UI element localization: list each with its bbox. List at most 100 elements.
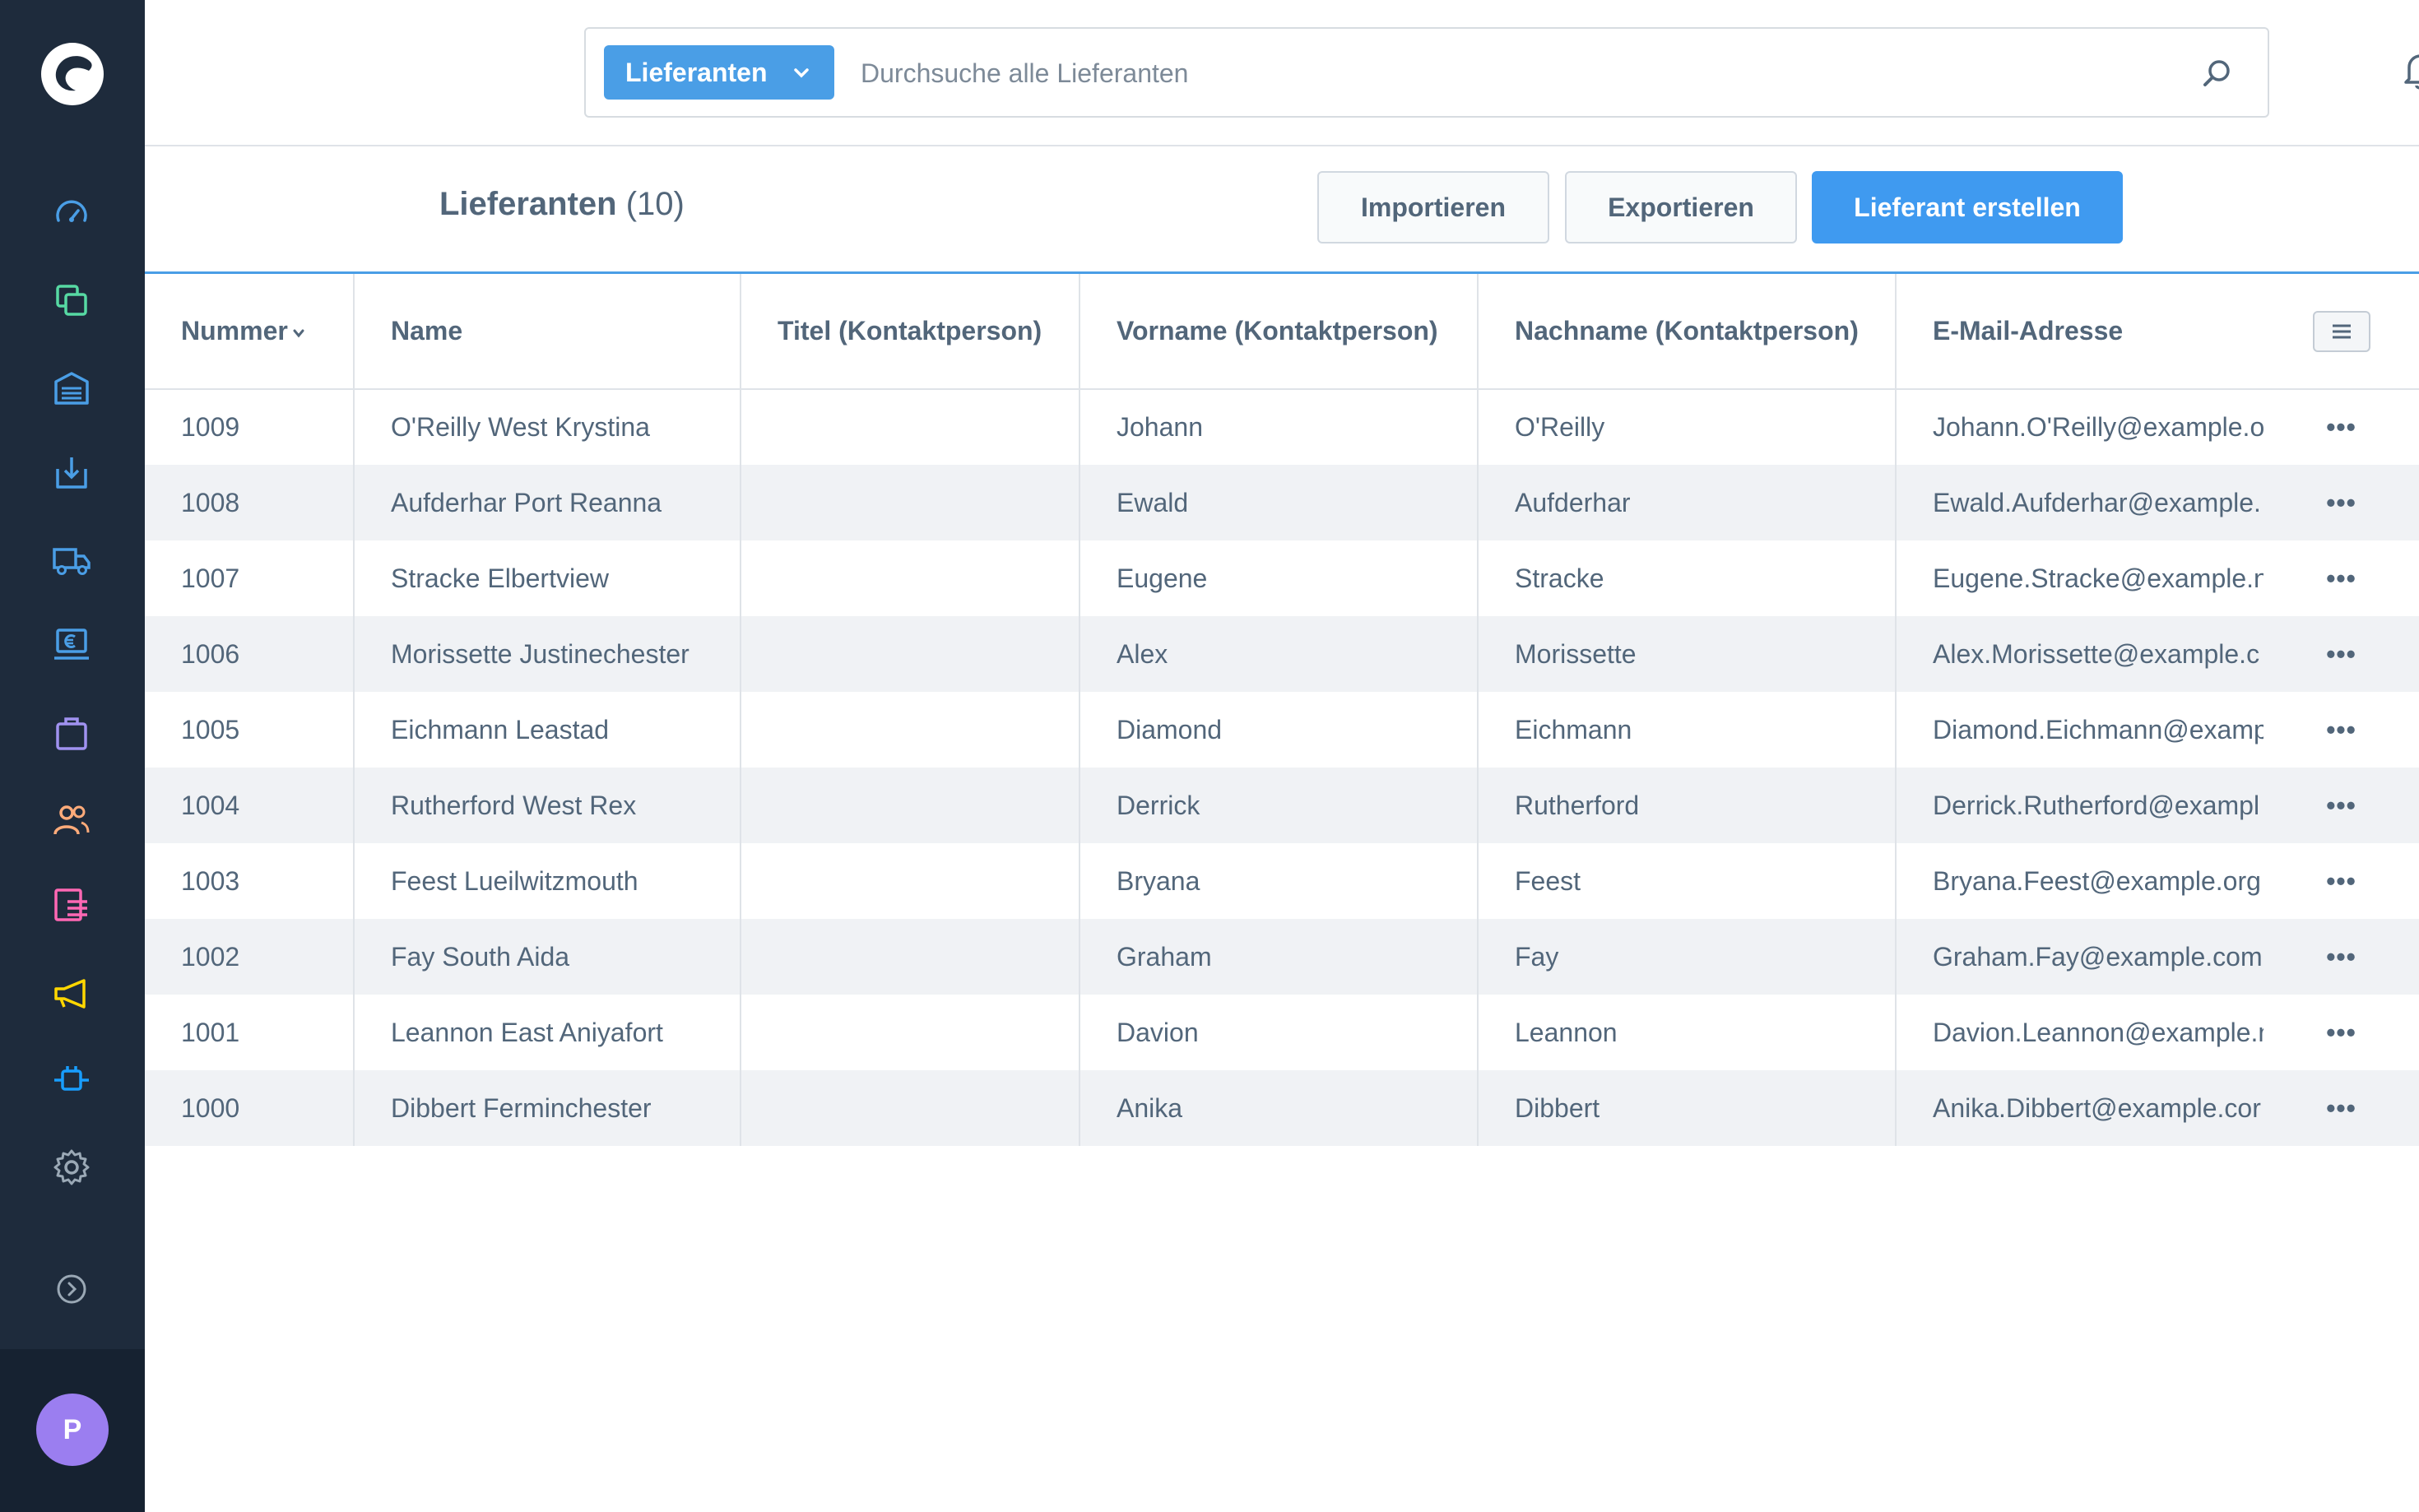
- table-row[interactable]: 1005 Eichmann Leastad Diamond Eichmann Diamo…: [145, 692, 2419, 768]
- table-row[interactable]: 1009 O'Reilly West Krystina Johann O'Reilly…: [145, 389, 2419, 465]
- column-settings-button[interactable]: [2312, 310, 2370, 352]
- more-actions-icon[interactable]: •••: [2326, 565, 2356, 591]
- search-icon[interactable]: [2197, 53, 2238, 95]
- page-title: Lieferanten (10): [439, 186, 685, 223]
- more-actions-icon[interactable]: •••: [2326, 489, 2356, 516]
- row-actions-cell: •••: [2263, 995, 2419, 1070]
- supplier-table: Nummer Name Titel (Kontaktperson) Vornam…: [145, 271, 2419, 1152]
- warehouse-icon[interactable]: [49, 365, 94, 410]
- chevron-down-icon: [794, 68, 809, 78]
- shipping-truck-icon[interactable]: [49, 538, 94, 582]
- search-type-label: Lieferanten: [625, 57, 768, 87]
- cell-number: 1007: [145, 540, 355, 616]
- cell-title: [741, 692, 1080, 768]
- table-row[interactable]: 1002 Fay South Aida Graham Fay Graham.Fay@ex…: [145, 919, 2419, 995]
- table-row[interactable]: 1004 Rutherford West Rex Derrick Rutherford…: [145, 768, 2419, 843]
- column-settings-cell: [2263, 274, 2419, 390]
- cell-title: [741, 843, 1080, 919]
- sort-descending-icon: [293, 329, 304, 337]
- cell-name: Eichmann Leastad: [354, 692, 741, 768]
- marketing-megaphone-icon[interactable]: [49, 971, 94, 1015]
- cell-number: 1003: [145, 843, 355, 919]
- incoming-goods-icon[interactable]: [49, 451, 94, 495]
- column-header-firstname[interactable]: Vorname (Kontaktperson): [1079, 274, 1479, 390]
- table-row[interactable]: 1003 Feest Lueilwitzmouth Bryana Feest Bryan…: [145, 843, 2419, 919]
- cell-lastname: Leannon: [1478, 995, 1897, 1070]
- cell-number: 1001: [145, 995, 355, 1070]
- orders-bag-icon[interactable]: [49, 711, 94, 755]
- search-input[interactable]: [861, 47, 2177, 100]
- column-header-number-label: Nummer: [181, 316, 288, 346]
- catalogues-icon[interactable]: [49, 278, 94, 322]
- cell-email: Johann.O'Reilly@example.o: [1933, 412, 2263, 442]
- cell-firstname: Diamond: [1079, 692, 1479, 768]
- search-type-select[interactable]: Lieferanten: [604, 45, 834, 100]
- extensions-plug-icon[interactable]: [49, 1058, 94, 1102]
- dashboard-icon[interactable]: [49, 192, 94, 237]
- column-header-email[interactable]: E-Mail-Adresse: [1896, 274, 2263, 390]
- top-bar: Lieferanten: [145, 0, 2419, 146]
- cell-lastname: Eichmann: [1478, 692, 1897, 768]
- shopware-logo-icon[interactable]: [39, 41, 105, 107]
- cell-number: 1000: [145, 1070, 355, 1146]
- chevron-right-circle-icon[interactable]: [49, 1267, 94, 1311]
- content-icon[interactable]: [49, 884, 94, 928]
- row-actions-cell: •••: [2263, 843, 2419, 919]
- avatar[interactable]: P: [36, 1394, 109, 1466]
- cell-email: Graham.Fay@example.com: [1896, 919, 2263, 995]
- table-row[interactable]: 1006 Morissette Justinechester Alex Morisse…: [145, 616, 2419, 692]
- more-actions-icon[interactable]: •••: [2326, 641, 2356, 667]
- cell-firstname: Anika: [1079, 1070, 1479, 1146]
- cell-lastname: Stracke: [1478, 540, 1897, 616]
- more-actions-icon[interactable]: •••: [2326, 792, 2356, 819]
- cell-lastname: Dibbert: [1478, 1070, 1897, 1146]
- table-row[interactable]: 1001 Leannon East Aniyafort Davion Leannon D…: [145, 995, 2419, 1070]
- more-actions-icon[interactable]: •••: [2326, 1019, 2356, 1046]
- cell-firstname: Bryana: [1079, 843, 1479, 919]
- row-actions-cell: •••: [2263, 540, 2419, 616]
- export-button[interactable]: Exportieren: [1565, 171, 1797, 243]
- import-button[interactable]: Importieren: [1317, 171, 1549, 243]
- customers-icon[interactable]: [49, 798, 94, 842]
- more-actions-icon[interactable]: •••: [2326, 944, 2356, 970]
- cell-lastname: Rutherford: [1478, 768, 1897, 843]
- more-actions-icon[interactable]: •••: [2326, 717, 2356, 743]
- cell-number: 1005: [145, 692, 355, 768]
- column-header-number[interactable]: Nummer: [145, 274, 355, 390]
- cell-title: [741, 1070, 1080, 1146]
- row-actions-cell: •••: [2263, 919, 2419, 995]
- more-actions-icon[interactable]: •••: [2326, 414, 2356, 440]
- cell-firstname: Derrick: [1079, 768, 1479, 843]
- column-header-title[interactable]: Titel (Kontaktperson): [741, 274, 1080, 390]
- cell-name: Leannon East Aniyafort: [354, 995, 741, 1070]
- cell-title: [741, 389, 1080, 465]
- column-header-name[interactable]: Name: [354, 274, 741, 390]
- row-actions-cell: •••: [2263, 465, 2419, 540]
- table-row[interactable]: 1008 Aufderhar Port Reanna Ewald Aufderhar E…: [145, 465, 2419, 540]
- table-row[interactable]: 1007 Stracke Elbertview Eugene Stracke Eugen…: [145, 540, 2419, 616]
- cell-name: Dibbert Ferminchester: [354, 1070, 741, 1146]
- notifications-bell-icon[interactable]: [2398, 48, 2419, 94]
- more-actions-icon[interactable]: •••: [2326, 868, 2356, 894]
- settings-gear-icon[interactable]: [49, 1145, 94, 1190]
- cell-email: Ewald.Aufderhar@example.: [1896, 465, 2263, 540]
- accounting-icon[interactable]: [49, 624, 94, 668]
- table-row[interactable]: 1000 Dibbert Ferminchester Anika Dibbert Ani…: [145, 1070, 2419, 1146]
- cell-email: Alex.Morissette@example.c: [1896, 616, 2263, 692]
- cell-lastname: Aufderhar: [1478, 465, 1897, 540]
- cell-title: [741, 768, 1080, 843]
- cell-number: 1004: [145, 768, 355, 843]
- search-bar: Lieferanten: [584, 27, 2269, 118]
- column-header-lastname[interactable]: Nachname (Kontaktperson): [1478, 274, 1897, 390]
- create-supplier-button[interactable]: Lieferant erstellen: [1812, 171, 2123, 243]
- table-header-row: Nummer Name Titel (Kontaktperson) Vornam…: [145, 274, 2419, 390]
- cell-firstname: Davion: [1079, 995, 1479, 1070]
- row-actions-cell: •••: [2263, 768, 2419, 843]
- row-actions-cell: •••: [2263, 389, 2419, 465]
- menu-lines-icon: [2332, 324, 2351, 338]
- cell-name: Fay South Aida: [354, 919, 741, 995]
- page-title-text: Lieferanten: [439, 186, 617, 222]
- cell-title: [741, 616, 1080, 692]
- cell-number: 1002: [145, 919, 355, 995]
- more-actions-icon[interactable]: •••: [2326, 1095, 2356, 1121]
